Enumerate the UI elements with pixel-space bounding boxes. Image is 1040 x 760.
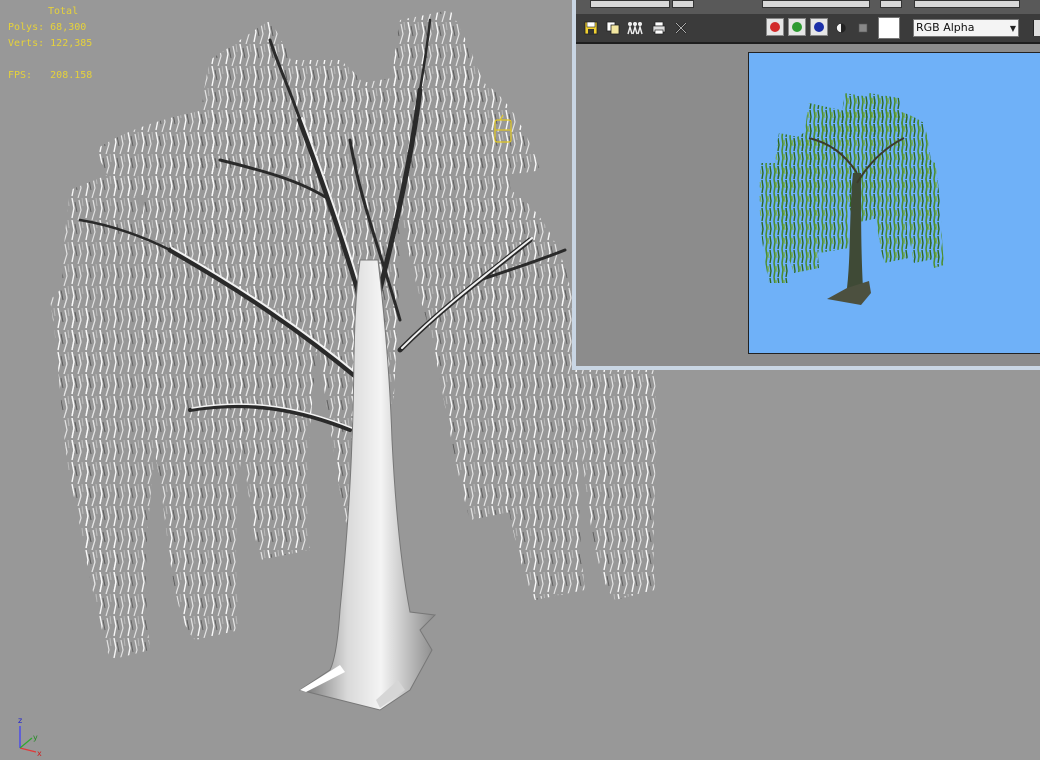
monochrome-icon [858,23,868,33]
strip-field-3[interactable] [762,0,870,8]
green-channel-icon [792,22,802,32]
stats-verts-row: Verts: 122,385 [8,38,93,49]
blue-channel-toggle[interactable] [810,18,828,36]
rendered-willow-tree [759,93,944,305]
stats-total-label: Total [48,6,79,17]
save-image-button[interactable] [582,19,600,37]
render-window-top-strip [576,0,1040,15]
save-icon [584,21,598,35]
rendered-image[interactable] [748,52,1040,354]
print-icon [652,21,666,35]
monochrome-toggle[interactable] [854,19,872,37]
strip-field-5[interactable] [914,0,1020,8]
clear-image-button[interactable] [672,19,690,37]
polys-value: 68,300 [50,22,87,33]
print-image-button[interactable] [650,19,668,37]
figures-icon [627,22,643,35]
axis-x-label: x [37,749,42,758]
strip-field-1[interactable] [590,0,670,8]
channel-select-value: RGB Alpha [916,21,975,34]
fps-value: 208.158 [50,70,93,81]
stats-polys-row: Polys: 68,300 [8,22,87,33]
viewport-statistics: Total Polys: 68,300 Verts: 122,385 FPS: … [8,4,92,84]
multi-clone-button[interactable] [626,19,644,37]
clone-frame-button[interactable] [604,19,622,37]
stats-fps-row: FPS: 208.158 [8,70,93,81]
axis-gizmo-icon: z x y [18,716,42,758]
rendered-frame-window[interactable]: RGB Alpha ▼ [572,0,1040,370]
chevron-down-icon: ▼ [1009,24,1016,33]
green-channel-toggle[interactable] [788,18,806,36]
clear-icon [675,22,687,34]
render-window-body [576,44,1040,366]
axis-z-label: z [18,716,22,725]
alpha-half-circle-icon [836,23,846,33]
blue-channel-icon [814,22,824,32]
clone-icon [606,21,620,35]
display-channel-select[interactable]: RGB Alpha ▼ [913,19,1019,37]
red-channel-icon [770,22,780,32]
strip-field-4[interactable] [880,0,902,8]
color-swatch[interactable] [878,17,900,39]
axis-y-label: y [33,733,38,742]
alpha-channel-toggle[interactable] [832,19,850,37]
render-window-toolbar: RGB Alpha ▼ [576,14,1040,44]
toolbar-edge-handle[interactable] [1033,20,1040,36]
red-channel-toggle[interactable] [766,18,784,36]
strip-field-2[interactable] [672,0,694,8]
verts-value: 122,385 [50,38,93,49]
